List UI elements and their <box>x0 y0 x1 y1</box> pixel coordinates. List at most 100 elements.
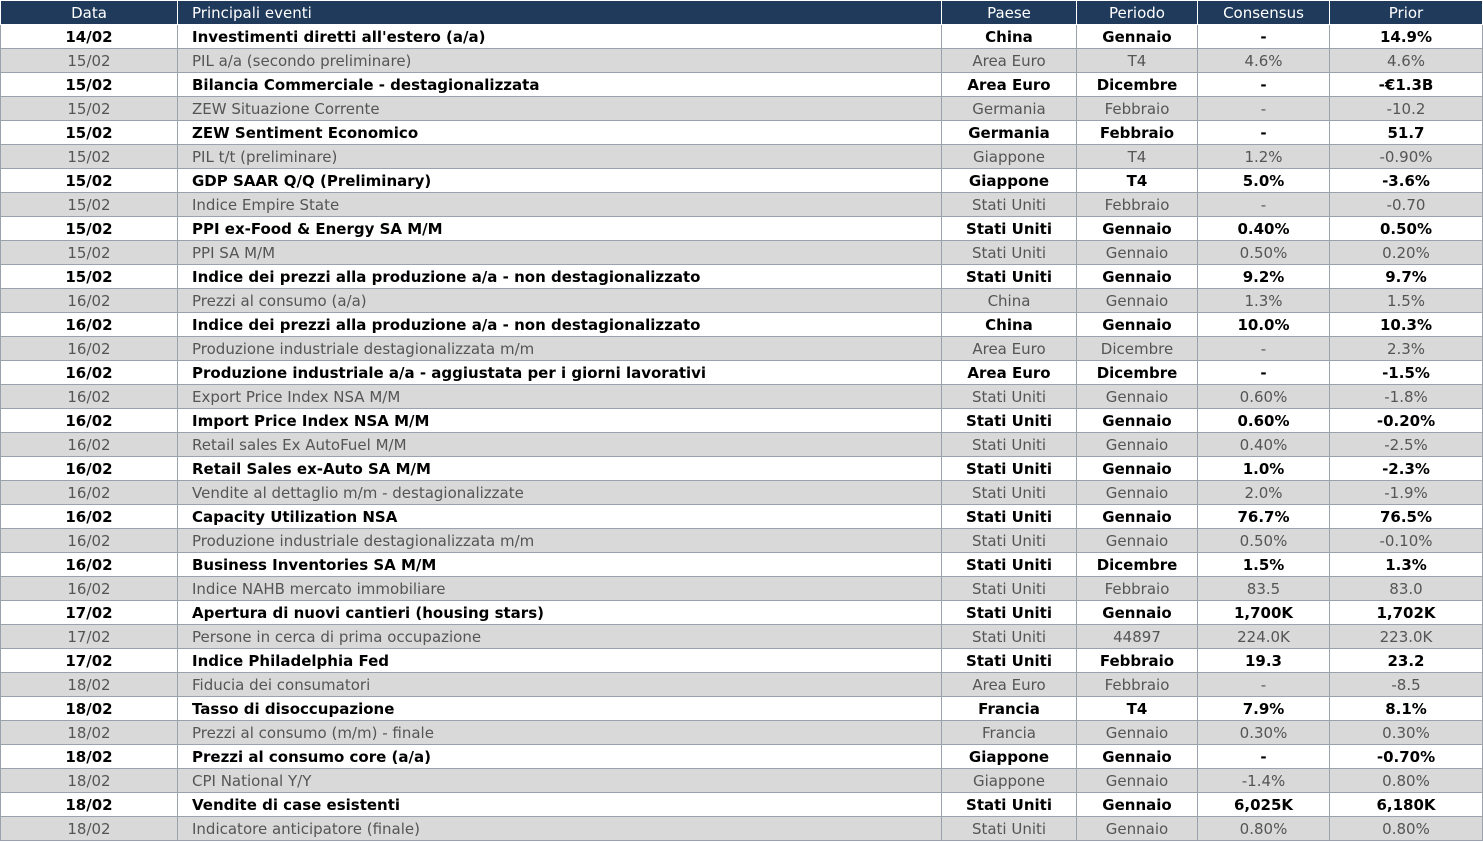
table-row: 16/02 Business Inventories SA M/M Stati Un… <box>0 552 1483 577</box>
cell-event: Export Price Index NSA M/M <box>177 384 942 409</box>
table-row: 17/02 Persone in cerca di prima occupazio… <box>0 624 1483 649</box>
cell-date: 15/02 <box>0 96 178 121</box>
cell-prior: 1.3% <box>1329 552 1483 577</box>
cell-date: 16/02 <box>0 336 178 361</box>
cell-country: Stati Uniti <box>941 816 1077 841</box>
cell-prior: 0.80% <box>1329 816 1483 841</box>
table-row: 15/02 Indice dei prezzi alla produzione a… <box>0 264 1483 289</box>
cell-period: T4 <box>1076 48 1198 73</box>
cell-period: Gennaio <box>1076 432 1198 457</box>
cell-event: Import Price Index NSA M/M <box>177 408 942 433</box>
cell-country: Stati Uniti <box>941 648 1077 673</box>
cell-prior: 8.1% <box>1329 696 1483 721</box>
cell-prior: -0.10% <box>1329 528 1483 553</box>
cell-event: Vendite al dettaglio m/m - destagionaliz… <box>177 480 942 505</box>
cell-period: T4 <box>1076 144 1198 169</box>
cell-consensus: 0.50% <box>1197 240 1330 265</box>
cell-event: Persone in cerca di prima occupazione <box>177 624 942 649</box>
cell-date: 17/02 <box>0 648 178 673</box>
cell-consensus: 0.60% <box>1197 408 1330 433</box>
cell-period: Gennaio <box>1076 264 1198 289</box>
header-prior: Prior <box>1329 0 1483 25</box>
cell-period: Gennaio <box>1076 384 1198 409</box>
cell-country: Stati Uniti <box>941 240 1077 265</box>
cell-period: Febbraio <box>1076 120 1198 145</box>
cell-prior: 51.7 <box>1329 120 1483 145</box>
cell-event: GDP SAAR Q/Q (Preliminary) <box>177 168 942 193</box>
table-row: 16/02 Indice NAHB mercato immobiliare Stat… <box>0 576 1483 601</box>
cell-period: Gennaio <box>1076 240 1198 265</box>
cell-consensus: - <box>1197 360 1330 385</box>
cell-event: Prezzi al consumo (a/a) <box>177 288 942 313</box>
cell-date: 18/02 <box>0 744 178 769</box>
cell-period: Gennaio <box>1076 24 1198 49</box>
cell-event: Retail sales Ex AutoFuel M/M <box>177 432 942 457</box>
table-row: 16/02 Produzione industriale destagionali… <box>0 528 1483 553</box>
cell-event: Indice NAHB mercato immobiliare <box>177 576 942 601</box>
cell-period: Gennaio <box>1076 312 1198 337</box>
cell-consensus: 1,700K <box>1197 600 1330 625</box>
cell-country: Stati Uniti <box>941 504 1077 529</box>
cell-event: Capacity Utilization NSA <box>177 504 942 529</box>
cell-country: Stati Uniti <box>941 624 1077 649</box>
cell-consensus: 7.9% <box>1197 696 1330 721</box>
cell-country: Francia <box>941 696 1077 721</box>
cell-period: Gennaio <box>1076 816 1198 841</box>
cell-period: T4 <box>1076 168 1198 193</box>
cell-consensus: - <box>1197 120 1330 145</box>
cell-date: 15/02 <box>0 216 178 241</box>
cell-date: 18/02 <box>0 768 178 793</box>
table-row: 16/02 Produzione industriale a/a - aggius… <box>0 360 1483 385</box>
cell-prior: 223.0K <box>1329 624 1483 649</box>
cell-date: 16/02 <box>0 504 178 529</box>
table-row: 16/02 Export Price Index NSA M/M Stati Uni… <box>0 384 1483 409</box>
cell-period: Febbraio <box>1076 672 1198 697</box>
table-header: Data Principali eventi Paese Periodo Con… <box>0 0 1483 25</box>
cell-period: Febbraio <box>1076 648 1198 673</box>
cell-country: Area Euro <box>941 360 1077 385</box>
cell-consensus: 0.40% <box>1197 216 1330 241</box>
cell-consensus: 0.80% <box>1197 816 1330 841</box>
cell-event: Indice Philadelphia Fed <box>177 648 942 673</box>
cell-event: PPI SA M/M <box>177 240 942 265</box>
cell-date: 15/02 <box>0 72 178 97</box>
cell-period: Dicembre <box>1076 552 1198 577</box>
cell-prior: 14.9% <box>1329 24 1483 49</box>
cell-prior: -1.9% <box>1329 480 1483 505</box>
cell-event: Bilancia Commerciale - destagionalizzata <box>177 72 942 97</box>
table-row: 17/02 Indice Philadelphia Fed Stati Uniti F… <box>0 648 1483 673</box>
cell-period: T4 <box>1076 696 1198 721</box>
cell-consensus: 1.0% <box>1197 456 1330 481</box>
cell-date: 16/02 <box>0 576 178 601</box>
cell-period: Dicembre <box>1076 72 1198 97</box>
cell-prior: -€1.3B <box>1329 72 1483 97</box>
table-row: 15/02 ZEW Sentiment Economico Germania Febb… <box>0 120 1483 145</box>
cell-event: Fiducia dei consumatori <box>177 672 942 697</box>
cell-country: Giappone <box>941 768 1077 793</box>
cell-prior: 10.3% <box>1329 312 1483 337</box>
cell-prior: 1.5% <box>1329 288 1483 313</box>
cell-prior: 1,702K <box>1329 600 1483 625</box>
cell-consensus: 4.6% <box>1197 48 1330 73</box>
cell-country: Stati Uniti <box>941 576 1077 601</box>
cell-period: Gennaio <box>1076 456 1198 481</box>
cell-event: Indicatore anticipatore (finale) <box>177 816 942 841</box>
cell-prior: 0.50% <box>1329 216 1483 241</box>
cell-period: Gennaio <box>1076 288 1198 313</box>
header-consensus: Consensus <box>1197 0 1330 25</box>
cell-date: 15/02 <box>0 120 178 145</box>
table-row: 18/02 Prezzi al consumo core (a/a) Giappon… <box>0 744 1483 769</box>
cell-prior: -3.6% <box>1329 168 1483 193</box>
cell-country: China <box>941 312 1077 337</box>
cell-country: Stati Uniti <box>941 600 1077 625</box>
table-row: 16/02 Retail sales Ex AutoFuel M/M Stati U… <box>0 432 1483 457</box>
cell-country: Stati Uniti <box>941 384 1077 409</box>
cell-period: Gennaio <box>1076 504 1198 529</box>
cell-period: Gennaio <box>1076 480 1198 505</box>
cell-prior: -8.5 <box>1329 672 1483 697</box>
cell-date: 14/02 <box>0 24 178 49</box>
cell-consensus: 0.50% <box>1197 528 1330 553</box>
cell-date: 16/02 <box>0 288 178 313</box>
cell-period: Febbraio <box>1076 96 1198 121</box>
cell-period: Gennaio <box>1076 600 1198 625</box>
